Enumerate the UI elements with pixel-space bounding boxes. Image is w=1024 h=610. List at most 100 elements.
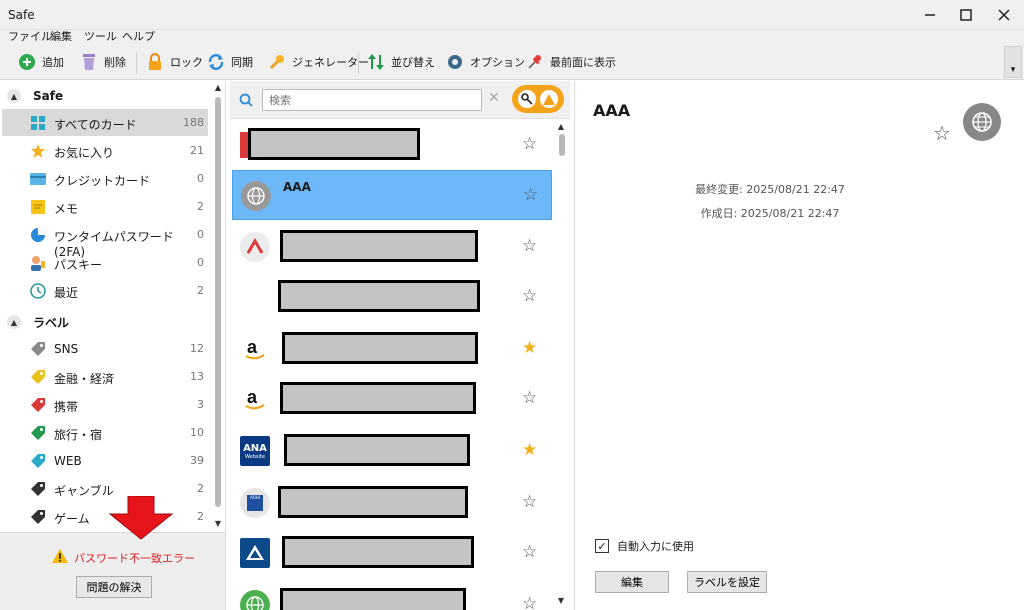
favorite-star-icon[interactable]: ☆ [933,121,951,145]
scroll-down-icon[interactable]: ▼ [556,596,566,605]
filter-toggle[interactable] [512,85,564,113]
sidebar-scroll-thumb[interactable] [215,97,221,507]
set-label-button[interactable]: ラベルを設定 [687,571,767,593]
favorite-star-icon[interactable]: ☆ [522,594,537,610]
sidebar-item-label: 金融・経済 [54,372,115,386]
menu-edit[interactable]: 編集 [50,30,72,44]
list-item[interactable]: ☆ [232,580,552,610]
chevron-up-icon[interactable]: ▲ [7,315,21,329]
sidebar-item-favorites[interactable]: お気に入り 21 [2,137,208,164]
favorite-star-icon[interactable]: ☆ [523,185,538,205]
sync-button[interactable]: 同期 [207,50,253,74]
tag-icon [30,341,46,357]
favorite-star-icon[interactable]: ☆ [522,492,537,512]
clear-search-icon[interactable]: ✕ [488,90,500,106]
topmost-label: 最前面に表示 [550,56,616,69]
list-item[interactable]: ANA Website ★ [232,426,552,476]
edit-button[interactable]: 編集 [595,571,669,593]
redacted-title [280,230,478,262]
resolve-problem-button[interactable]: 問題の解決 [76,576,152,598]
sidebar-item-credit-cards[interactable]: クレジットカード 0 [2,165,208,192]
sidebar-item-all-cards[interactable]: すべてのカード 188 [2,109,208,136]
sidebar-item-label: ゲーム [54,512,90,526]
lock-button[interactable]: ロック [146,50,203,74]
autofill-checkbox-row[interactable]: ✓ 自動入力に使用 [595,538,694,554]
password-mismatch-error: パスワード不一致エラー [52,549,195,566]
ana-logo-icon: ANA Website [240,436,270,466]
gear-icon [446,53,464,71]
delete-button[interactable]: 削除 [80,50,126,74]
amazon-logo-icon: a [240,334,270,364]
ana-logo-text: ANA [243,442,267,454]
warning-filter-icon[interactable] [540,90,558,108]
aohi-logo-text: AOHI [249,495,260,500]
list-item-selected[interactable]: AAA ☆ [232,170,552,220]
favorite-star-icon[interactable]: ☆ [522,542,537,562]
sidebar-item-count: 10 [190,426,204,439]
scroll-up-icon[interactable]: ▲ [213,83,223,92]
autofill-checkbox[interactable]: ✓ [595,539,609,553]
key-icon[interactable] [518,90,536,108]
sidebar-item-count: 3 [197,398,204,411]
menu-file[interactable]: ファイル [8,30,52,44]
tag-icon [30,425,46,441]
sidebar-item-recent[interactable]: 最近 2 [2,277,208,304]
passkey-icon [30,255,46,271]
sidebar-item-label-travel[interactable]: 旅行・宿 10 [2,419,208,446]
tag-icon [30,509,46,525]
favorite-star-icon[interactable]: ☆ [522,388,537,408]
sidebar-item-label-mobile[interactable]: 携帯 3 [2,391,208,418]
credit-card-icon [30,171,46,187]
list-item[interactable]: AOHI ☆ [232,478,552,528]
favorite-star-icon[interactable]: ★ [522,338,537,358]
sidebar-scrollbar[interactable]: ▲ ▼ [213,81,223,532]
card-list-scroll-thumb[interactable] [559,134,565,156]
sidebar-item-label-web[interactable]: WEB 39 [2,447,208,474]
card-list-scrollbar[interactable]: ▲ ▼ [556,120,568,610]
list-item[interactable]: a ☆ [232,374,552,424]
label-section-header[interactable]: ▲ ラベル [0,309,69,335]
maximize-icon[interactable] [948,0,984,30]
sort-icon [367,53,385,71]
safe-section-header[interactable]: ▲ Safe [0,83,63,109]
wrench-icon [268,53,286,71]
toolbar-overflow-button[interactable]: ▾ [1004,46,1022,78]
sidebar-item-notes[interactable]: メモ 2 [2,193,208,220]
toolbar-separator [136,52,137,74]
list-item[interactable]: ☆ [232,528,552,578]
list-item[interactable]: ☆ [232,222,552,272]
minimize-icon[interactable] [912,0,948,30]
scroll-down-icon[interactable]: ▼ [213,519,223,528]
tag-icon [30,397,46,413]
list-item[interactable]: a ★ [232,324,552,374]
scroll-up-icon[interactable]: ▲ [556,122,566,131]
sidebar-item-label-gambling[interactable]: ギャンブル 2 [2,475,208,502]
menu-tools[interactable]: ツール [84,30,117,44]
sidebar-item-label: すべてのカード [54,118,137,132]
sidebar-item-label-sns[interactable]: SNS 12 [2,335,208,362]
topmost-button[interactable]: 最前面に表示 [526,50,616,74]
generator-button[interactable]: ジェネレーター [268,50,369,74]
sidebar-item-passkeys[interactable]: パスキー 0 [2,249,208,276]
options-button[interactable]: オプション [446,50,525,74]
sidebar-item-otp[interactable]: ワンタイムパスワード (2FA) 0 [2,221,208,259]
chevron-up-icon[interactable]: ▲ [7,89,21,103]
menu-help[interactable]: ヘルプ [122,30,155,44]
sidebar-item-label-finance[interactable]: 金融・経済 13 [2,363,208,390]
sidebar-item-label-games[interactable]: ゲーム 2 [2,503,208,530]
list-item[interactable]: ☆ [232,120,552,170]
sidebar-item-count: 39 [190,454,204,467]
favorite-star-icon[interactable]: ☆ [522,134,537,154]
list-item[interactable]: ☆ [232,272,552,322]
favorite-star-icon[interactable]: ☆ [522,286,537,306]
favorite-star-icon[interactable]: ☆ [522,236,537,256]
favorite-star-icon[interactable]: ★ [522,440,537,460]
search-input[interactable] [262,89,482,111]
close-icon[interactable] [986,0,1022,30]
add-button[interactable]: 追加 [18,50,64,74]
sidebar-item-count: 2 [197,482,204,495]
ana-logo-subtext: Website [245,453,265,460]
title-bar: Safe [0,0,1024,30]
amazon-letter: a [247,387,258,407]
sort-button[interactable]: 並び替え [367,50,435,74]
